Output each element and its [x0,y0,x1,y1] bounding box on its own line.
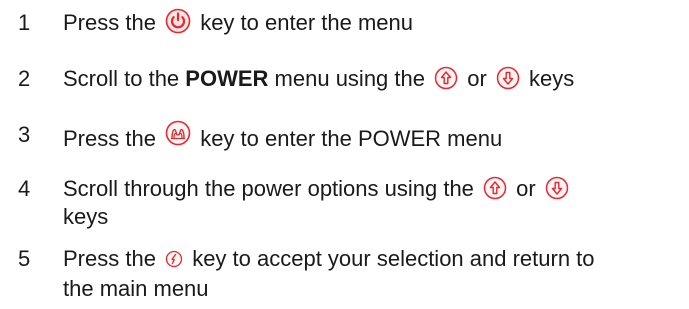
step-number: 4 [18,176,31,201]
step-number: 2 [18,66,31,91]
step-text: Scroll through the power options using t… [63,174,685,204]
down-arrow-icon [545,176,569,200]
step-number: 3 [18,122,31,147]
accept-icon [165,250,183,268]
step-text: Press the key to accept your selection a… [63,246,595,301]
step-text: Press the key to enter the menu [63,8,413,35]
step-text-continued: keys [63,204,109,229]
step-text: Scroll to the POWER menu using the or ke… [63,66,575,91]
power-menu-label: POWER [185,66,269,91]
power-icon [165,8,191,34]
step-number: 5 [18,246,31,271]
step-number: 1 [18,10,31,35]
step-text: Press the key to enter the POWER menu [63,120,685,154]
menu-enter-icon [165,120,191,146]
up-arrow-icon [483,176,507,200]
up-arrow-icon [434,66,458,90]
instruction-steps: 1 Press the key to enter the menu 2 Scro… [0,0,689,309]
down-arrow-icon [496,66,520,90]
